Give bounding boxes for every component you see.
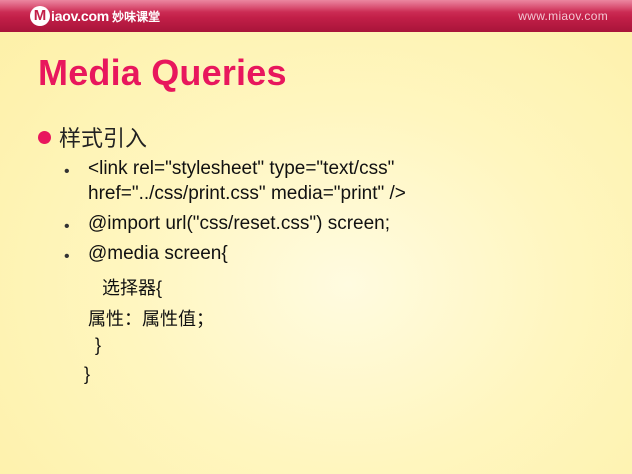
code-property: 属性：属性值； <box>88 309 214 329</box>
bullet-import: @import url("css/reset.css") screen; <box>88 213 390 234</box>
code-selector: 选择器{ <box>102 278 163 298</box>
section-label: 样式引入 <box>59 126 148 151</box>
miaov-logo[interactable]: M iaov.com 妙味课堂 <box>30 6 160 26</box>
bullet-icon: • <box>64 163 70 180</box>
bullet-icon: • <box>64 218 70 235</box>
bullet-icon: • <box>64 248 70 265</box>
bullet-link-line1: <link rel="stylesheet" type="text/css" <box>88 158 395 179</box>
bullet-media: @media screen{ <box>88 243 228 264</box>
slide-title: Media Queries <box>38 52 287 93</box>
site-url: www.miaov.com <box>518 9 608 23</box>
code-close-inner: } <box>95 335 102 355</box>
logo-mark-icon: M <box>30 6 50 26</box>
logo-text: iaov.com <box>51 8 110 24</box>
slide: M iaov.com 妙味课堂 www.miaov.com Media Quer… <box>0 0 632 474</box>
section-heading: 样式引入 <box>38 121 147 153</box>
code-close-outer: } <box>84 364 91 384</box>
bullet-link-line2: href="../css/print.css" media="print" /> <box>88 183 406 204</box>
bullet-dot-icon <box>38 130 51 144</box>
logo-chinese-text: 妙味课堂 <box>112 9 161 24</box>
header-bar: M iaov.com 妙味课堂 www.miaov.com <box>0 0 632 32</box>
